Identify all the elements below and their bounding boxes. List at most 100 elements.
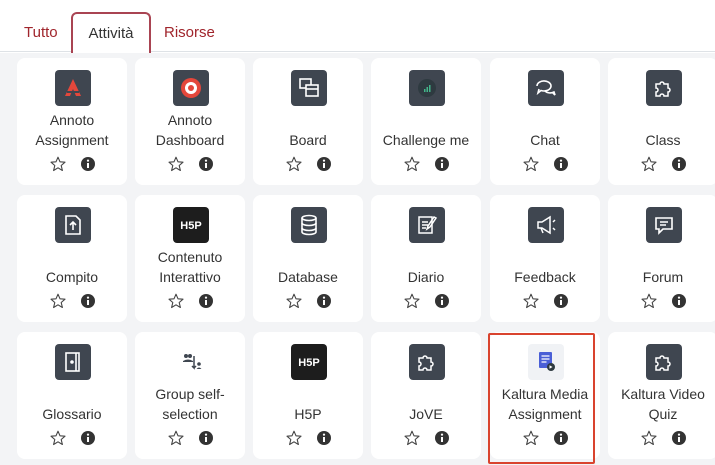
svg-text:H5P: H5P (298, 357, 319, 369)
svg-text:H5P: H5P (180, 220, 201, 232)
activity-label-line1: Annoto (49, 112, 95, 128)
star-icon[interactable] (404, 430, 420, 446)
activity-label: Assignment (508, 406, 582, 422)
h5p-icon: H5P (173, 207, 209, 243)
activity-label-line1: Contenuto (157, 249, 223, 265)
info-icon[interactable] (198, 156, 214, 172)
star-icon[interactable] (404, 156, 420, 172)
activity-card-compito[interactable]: Compito (17, 195, 127, 322)
info-icon[interactable] (434, 293, 450, 309)
info-icon[interactable] (316, 430, 332, 446)
activity-card-class[interactable]: Class (608, 58, 715, 185)
activity-card-annoto-dashboard[interactable]: Annoto Dashboard (135, 58, 245, 185)
activity-label: H5P (294, 406, 322, 422)
info-icon[interactable] (671, 430, 687, 446)
activity-label-line1: Group self- (155, 386, 225, 402)
star-icon[interactable] (50, 156, 66, 172)
info-icon[interactable] (316, 293, 332, 309)
star-icon[interactable] (286, 293, 302, 309)
info-icon[interactable] (198, 293, 214, 309)
puzzle-icon (409, 344, 445, 380)
activity-card-h5p[interactable]: H5P H5P (253, 332, 363, 459)
activity-card-feedback[interactable]: Feedback (490, 195, 600, 322)
star-icon[interactable] (641, 430, 657, 446)
activity-label-line1: Annoto (167, 112, 213, 128)
star-icon[interactable] (404, 293, 420, 309)
board-icon (291, 70, 327, 106)
puzzle-icon (646, 344, 682, 380)
annoto-icon (55, 70, 91, 106)
info-icon[interactable] (553, 430, 569, 446)
megaphone-icon (528, 207, 564, 243)
activity-card-database[interactable]: Database (253, 195, 363, 322)
activity-card-forum[interactable]: Forum (608, 195, 715, 322)
activity-label: Compito (45, 269, 99, 285)
activity-card-glossario[interactable]: Glossario (17, 332, 127, 459)
kaltura-assignment-icon (528, 344, 564, 380)
star-icon[interactable] (523, 156, 539, 172)
info-icon[interactable] (198, 430, 214, 446)
activity-card-kaltura-video-quiz[interactable]: Kaltura Video Quiz (608, 332, 715, 459)
activity-card-jove[interactable]: JoVE (371, 332, 481, 459)
star-icon[interactable] (523, 430, 539, 446)
activity-label-line1: Kaltura Media (501, 386, 589, 402)
tab-attivita[interactable]: Attività (71, 12, 151, 54)
activity-chooser-tabs: Tutto Attività Risorse (0, 0, 715, 54)
glossary-icon (55, 344, 91, 380)
activity-label: Challenge me (382, 132, 470, 148)
tab-tutto[interactable]: Tutto (24, 24, 58, 41)
star-icon[interactable] (286, 156, 302, 172)
activity-label: Interattivo (159, 269, 221, 285)
journal-icon (409, 207, 445, 243)
activity-card-diario[interactable]: Diario (371, 195, 481, 322)
activity-label: Board (289, 132, 327, 148)
h5p-icon: H5P (291, 344, 327, 380)
activity-label: Chat (530, 132, 560, 148)
chat-icon (528, 70, 564, 106)
star-icon[interactable] (50, 430, 66, 446)
star-icon[interactable] (50, 293, 66, 309)
group-selection-icon (173, 344, 209, 380)
activity-card-group-self-selection[interactable]: Group self-selection (135, 332, 245, 459)
info-icon[interactable] (671, 156, 687, 172)
activity-card-contenuto-interattivo[interactable]: H5P Contenuto Interattivo (135, 195, 245, 322)
activity-card-chat[interactable]: Chat (490, 58, 600, 185)
activity-label: selection (162, 406, 218, 422)
puzzle-icon (646, 70, 682, 106)
activity-label: Diario (407, 269, 445, 285)
challenge-icon (409, 70, 445, 106)
info-icon[interactable] (434, 430, 450, 446)
activity-label: Database (278, 269, 338, 285)
activity-label: Assignment (35, 132, 109, 148)
info-icon[interactable] (80, 156, 96, 172)
info-icon[interactable] (80, 430, 96, 446)
star-icon[interactable] (641, 293, 657, 309)
star-icon[interactable] (286, 430, 302, 446)
activity-label: Quiz (648, 406, 678, 422)
star-icon[interactable] (168, 293, 184, 309)
forum-icon (646, 207, 682, 243)
info-icon[interactable] (553, 156, 569, 172)
info-icon[interactable] (80, 293, 96, 309)
info-icon[interactable] (553, 293, 569, 309)
star-icon[interactable] (523, 293, 539, 309)
activity-card-kaltura-media-assignment[interactable]: Kaltura Media Assignment (490, 332, 600, 459)
activity-label-line1: Kaltura Video (621, 386, 705, 402)
activity-label: Dashboard (155, 132, 225, 148)
info-icon[interactable] (434, 156, 450, 172)
activity-card-annoto-assignment[interactable]: Annoto Assignment (17, 58, 127, 185)
activity-label: Feedback (514, 269, 576, 285)
database-icon (291, 207, 327, 243)
activity-card-challenge-me[interactable]: Challenge me (371, 58, 481, 185)
activity-card-board[interactable]: Board (253, 58, 363, 185)
annoto-dashboard-icon (173, 70, 209, 106)
activity-label: Forum (642, 269, 684, 285)
star-icon[interactable] (641, 156, 657, 172)
info-icon[interactable] (316, 156, 332, 172)
assignment-upload-icon (55, 207, 91, 243)
star-icon[interactable] (168, 430, 184, 446)
tab-risorse[interactable]: Risorse (164, 24, 215, 41)
activity-label: Class (645, 132, 681, 148)
star-icon[interactable] (168, 156, 184, 172)
info-icon[interactable] (671, 293, 687, 309)
